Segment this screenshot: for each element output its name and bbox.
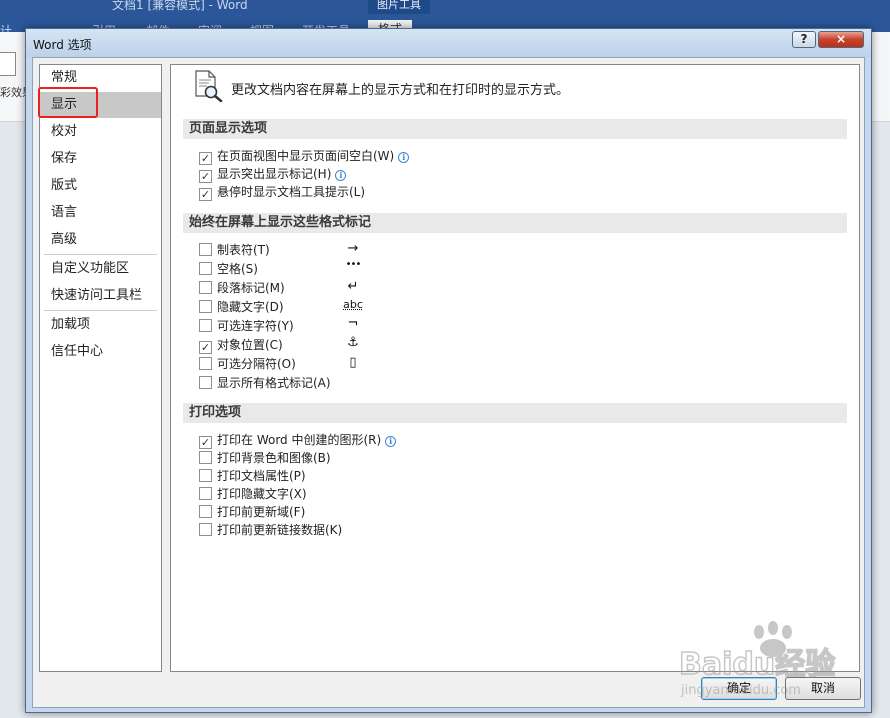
info-icon: i bbox=[398, 152, 410, 163]
option-label: 对象位置(C) bbox=[217, 338, 283, 352]
display-options-pane: 更改文档内容在屏幕上的显示方式和在打印时的显示方式。 页面显示选项 ✓ 在页面视图… bbox=[170, 64, 860, 672]
ribbon-input[interactable] bbox=[0, 52, 16, 76]
option-spaces[interactable]: 空格(S) bbox=[199, 260, 258, 278]
checkbox-unchecked[interactable] bbox=[199, 319, 212, 332]
option-label: 打印前更新域(F) bbox=[217, 505, 306, 519]
checkbox-unchecked[interactable] bbox=[199, 523, 212, 536]
option-optional-hyphens[interactable]: 可选连字符(Y) bbox=[199, 317, 294, 335]
option-tab-characters[interactable]: 制表符(T) bbox=[199, 241, 270, 259]
dialog-body: 常规 显示 校对 保存 版式 语言 高级 自定义功能区 快速访问工具栏 加载项 … bbox=[32, 57, 865, 708]
sidebar-divider bbox=[44, 310, 157, 311]
checkbox-unchecked[interactable] bbox=[199, 300, 212, 313]
sidebar-item-save[interactable]: 保存 bbox=[40, 146, 161, 172]
sidebar-item-display[interactable]: 显示 bbox=[40, 92, 161, 118]
checkbox-unchecked[interactable] bbox=[199, 243, 212, 256]
checkbox-unchecked[interactable] bbox=[199, 469, 212, 482]
option-show-all-formatting-marks[interactable]: 显示所有格式标记(A) bbox=[199, 374, 331, 392]
cancel-button[interactable]: 取消 bbox=[785, 677, 861, 700]
option-hidden-text[interactable]: 隐藏文字(D) bbox=[199, 298, 284, 316]
option-label: 显示突出显示标记(H) bbox=[217, 167, 332, 181]
sidebar-item-proofing[interactable]: 校对 bbox=[40, 119, 161, 145]
option-label: 打印前更新链接数据(K) bbox=[217, 523, 343, 537]
sidebar-item-trust-center[interactable]: 信任中心 bbox=[40, 339, 161, 365]
option-print-drawings[interactable]: ✓ 打印在 Word 中创建的图形(R) i bbox=[199, 431, 397, 449]
option-update-linked-data-before-print[interactable]: 打印前更新链接数据(K) bbox=[199, 521, 342, 539]
option-label: 段落标记(M) bbox=[217, 281, 285, 295]
document-magnifier-icon bbox=[195, 70, 223, 102]
option-label: 显示所有格式标记(A) bbox=[217, 376, 331, 390]
option-label: 打印背景色和图像(B) bbox=[217, 451, 331, 465]
option-print-document-properties[interactable]: 打印文档属性(P) bbox=[199, 467, 306, 485]
sidebar-divider bbox=[44, 254, 157, 255]
section-printing-options: 打印选项 bbox=[183, 403, 847, 423]
option-label: 在页面视图中显示页面间空白(W) bbox=[217, 149, 395, 163]
option-label: 隐藏文字(D) bbox=[217, 300, 284, 314]
info-icon: i bbox=[335, 170, 347, 181]
option-print-hidden-text[interactable]: 打印隐藏文字(X) bbox=[199, 485, 307, 503]
document-title: 文档1 [兼容模式] - Word bbox=[112, 0, 248, 12]
picture-tools-label: 图片工具 bbox=[368, 0, 430, 14]
optional-hyphen-icon: ¬ bbox=[347, 316, 359, 331]
checkbox-unchecked[interactable] bbox=[199, 262, 212, 275]
option-show-highlighter-marks[interactable]: ✓ 显示突出显示标记(H) i bbox=[199, 165, 347, 183]
word-options-dialog: Word 选项 ? × 常规 显示 校对 保存 版式 语言 高级 自定义功能区 … bbox=[25, 28, 872, 713]
option-paragraph-marks[interactable]: 段落标记(M) bbox=[199, 279, 285, 297]
option-label: 打印文档属性(P) bbox=[217, 469, 306, 483]
checkbox-checked[interactable]: ✓ bbox=[199, 436, 212, 449]
option-label: 可选连字符(Y) bbox=[217, 319, 294, 333]
option-label: 悬停时显示文档工具提示(L) bbox=[217, 185, 366, 199]
hidden-text-icon: abc bbox=[343, 298, 363, 311]
sidebar-item-customize-ribbon[interactable]: 自定义功能区 bbox=[40, 256, 161, 282]
dialog-title: Word 选项 bbox=[33, 38, 92, 52]
optional-break-icon: ▯ bbox=[349, 355, 357, 370]
checkbox-unchecked[interactable] bbox=[199, 357, 212, 370]
option-object-anchors[interactable]: ✓ 对象位置(C) bbox=[199, 336, 283, 354]
dialog-title-bar: Word 选项 ? × bbox=[26, 29, 871, 57]
options-sidebar: 常规 显示 校对 保存 版式 语言 高级 自定义功能区 快速访问工具栏 加载项 … bbox=[38, 64, 162, 672]
space-dots-icon: ••• bbox=[345, 259, 362, 270]
option-label: 可选分隔符(O) bbox=[217, 357, 296, 371]
option-show-whitespace[interactable]: ✓ 在页面视图中显示页面间空白(W) i bbox=[199, 147, 410, 165]
sidebar-item-advanced[interactable]: 高级 bbox=[40, 227, 161, 253]
section-page-display-options: 页面显示选项 bbox=[183, 119, 847, 139]
option-optional-breaks[interactable]: 可选分隔符(O) bbox=[199, 355, 296, 373]
checkbox-unchecked[interactable] bbox=[199, 376, 212, 389]
ok-button[interactable]: 确定 bbox=[701, 677, 777, 700]
checkbox-unchecked[interactable] bbox=[199, 505, 212, 518]
sidebar-item-add-ins[interactable]: 加载项 bbox=[40, 312, 161, 338]
option-label: 打印隐藏文字(X) bbox=[217, 487, 307, 501]
option-label: 空格(S) bbox=[217, 262, 258, 276]
checkbox-unchecked[interactable] bbox=[199, 487, 212, 500]
option-print-background[interactable]: 打印背景色和图像(B) bbox=[199, 449, 331, 467]
option-update-fields-before-print[interactable]: 打印前更新域(F) bbox=[199, 503, 305, 521]
option-label: 打印在 Word 中创建的图形(R) bbox=[217, 433, 382, 447]
checkbox-unchecked[interactable] bbox=[199, 451, 212, 464]
tab-arrow-icon: → bbox=[347, 241, 359, 256]
close-button[interactable]: × bbox=[818, 31, 864, 48]
option-show-document-tooltips[interactable]: ✓ 悬停时显示文档工具提示(L) bbox=[199, 183, 365, 201]
sidebar-item-general[interactable]: 常规 bbox=[40, 65, 161, 91]
checkbox-checked[interactable]: ✓ bbox=[199, 170, 212, 183]
option-label: 制表符(T) bbox=[217, 243, 270, 257]
help-button[interactable]: ? bbox=[792, 31, 816, 48]
section-formatting-marks: 始终在屏幕上显示这些格式标记 bbox=[183, 213, 847, 233]
checkbox-checked[interactable]: ✓ bbox=[199, 341, 212, 354]
display-description: 更改文档内容在屏幕上的显示方式和在打印时的显示方式。 bbox=[231, 83, 570, 98]
sidebar-item-quick-access-toolbar[interactable]: 快速访问工具栏 bbox=[40, 283, 161, 309]
anchor-icon: ⚓ bbox=[347, 335, 359, 350]
checkbox-unchecked[interactable] bbox=[199, 281, 212, 294]
info-icon: i bbox=[385, 436, 397, 447]
checkbox-checked[interactable]: ✓ bbox=[199, 152, 212, 165]
paragraph-mark-icon: ↵ bbox=[347, 279, 359, 294]
sidebar-item-language[interactable]: 语言 bbox=[40, 200, 161, 226]
checkbox-checked[interactable]: ✓ bbox=[199, 188, 212, 201]
sidebar-item-layout[interactable]: 版式 bbox=[40, 173, 161, 199]
